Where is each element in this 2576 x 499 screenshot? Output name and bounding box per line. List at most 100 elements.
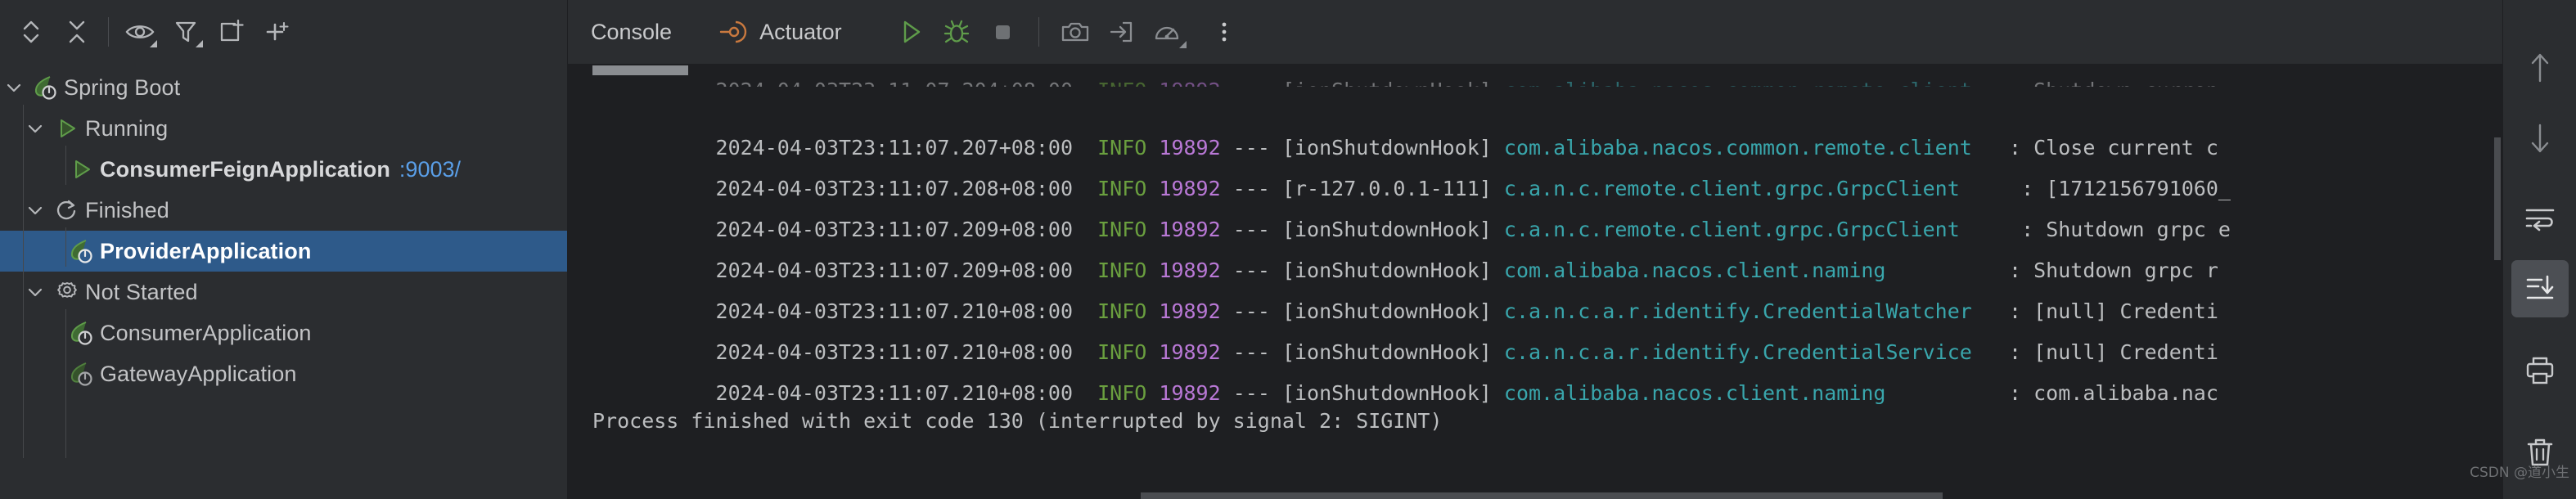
log-line: 2024-04-03T23:11:07.207+08:00 INFO 19892… [568, 87, 2576, 160]
log-logger: com.alibaba.nacos.common.remote.client [1503, 136, 1972, 160]
tree-node-consumerapplication[interactable]: ConsumerApplication [0, 312, 568, 353]
log-dash: --- [1232, 299, 1270, 323]
console-scroll-content: 2024-04-03T23:11:07.204+08:00 INFO 19892… [568, 64, 2576, 433]
stop-icon[interactable] [980, 9, 1025, 55]
tree-node-port-link[interactable]: :9003/ [399, 157, 461, 182]
chevron-down-icon[interactable] [21, 200, 49, 220]
log-message: [null] Credenti [2033, 340, 2218, 364]
log-logger: com.alibaba.nacos.client.naming [1503, 381, 1886, 405]
tree-node-spring-boot[interactable]: Spring Boot [0, 67, 568, 108]
run-triangle-icon [49, 116, 85, 141]
chevron-down-icon[interactable] [21, 282, 49, 302]
log-level: INFO [1097, 177, 1147, 200]
log-logger: c.a.n.c.remote.client.grpc.GrpcClient [1503, 218, 1960, 241]
tree-node-label: ConsumerApplication [100, 320, 312, 345]
log-thread: [ionShutdownHook] [1281, 340, 1492, 364]
log-thread: [r-127.0.0.1-111] [1281, 177, 1492, 200]
tree-node-providerapplication[interactable]: ProviderApplication [0, 231, 568, 272]
log-timestamp: 2024-04-03T23:11:07.209+08:00 [715, 258, 1074, 282]
log-message: Close current c [2033, 136, 2218, 160]
tree-node-label: Not Started [85, 279, 198, 304]
log-timestamp: 2024-04-03T23:11:07.208+08:00 [715, 177, 1074, 200]
rerun-icon[interactable] [888, 9, 934, 55]
log-separator: : [2009, 340, 2022, 364]
log-dash: --- [1232, 218, 1270, 241]
chevron-down-icon [150, 40, 157, 47]
profiler-icon[interactable] [1144, 9, 1190, 55]
tree-node-consumerfeignapplication[interactable]: ConsumerFeignApplication :9003/ [0, 149, 568, 190]
log-message: [1712156791060_ [2046, 177, 2231, 200]
toolbar-divider [108, 17, 109, 47]
more-options-icon[interactable] [1201, 9, 1247, 55]
log-logger: c.a.n.c.a.r.identify.CredentialService [1503, 340, 1972, 364]
tab-actuator[interactable]: Actuator [718, 18, 842, 46]
chevron-down-icon[interactable] [21, 119, 49, 138]
log-thread: [ionShutdownHook] [1281, 258, 1492, 282]
tree-node-label: Running [85, 115, 169, 141]
toolbar-divider [1038, 17, 1039, 47]
log-timestamp: 2024-04-03T23:11:07.210+08:00 [715, 299, 1074, 323]
tree-node-label: Spring Boot [64, 74, 181, 100]
watermark-text: CSDN @道小生 [2470, 465, 2569, 481]
chevron-down-icon [1178, 41, 1187, 48]
log-level: INFO [1097, 218, 1147, 241]
gear-icon [49, 280, 85, 304]
filter-icon[interactable] [163, 9, 209, 55]
log-pid: 19892 [1159, 381, 1221, 405]
import-icon[interactable] [1098, 9, 1144, 55]
show-hide-icon[interactable] [117, 9, 163, 55]
print-icon[interactable] [2511, 342, 2569, 399]
console-output[interactable]: 2024-04-03T23:11:07.204+08:00 INFO 19892… [568, 64, 2576, 499]
log-level: INFO [1097, 340, 1147, 364]
soft-wrap-icon[interactable] [2511, 190, 2569, 247]
tree-node-label: ConsumerFeignApplication [100, 156, 390, 182]
console-vertical-scrollbar[interactable] [2494, 137, 2501, 260]
screenshot-icon[interactable] [1052, 9, 1098, 55]
log-level: INFO [1097, 258, 1147, 282]
log-dash: --- [1232, 258, 1270, 282]
run-dashboard-panel: Spring Boot Running ConsumerFeignApplica… [0, 0, 568, 499]
tree-node-running[interactable]: Running [0, 108, 568, 149]
log-message: Shutdown curren [2033, 79, 2218, 87]
debug-icon[interactable] [934, 9, 980, 55]
tree-guide-line [65, 146, 66, 185]
tree-node-label: GatewayApplication [100, 361, 297, 386]
tree-node-label: Finished [85, 197, 169, 223]
log-pid: 19892 [1159, 340, 1221, 364]
log-logger: com.alibaba.nacos.common.remote.client [1504, 79, 1972, 87]
log-timestamp: 2024-04-03T23:11:07.210+08:00 [715, 340, 1074, 364]
text-selection-highlight [592, 65, 688, 75]
log-separator: : [2009, 258, 2022, 282]
tree-node-gatewayapplication[interactable]: GatewayApplication [0, 353, 568, 394]
run-triangle-icon [64, 157, 100, 182]
scroll-to-end-icon[interactable] [2511, 260, 2569, 317]
tree-guide-line [65, 309, 66, 458]
log-separator: : [2009, 136, 2022, 160]
expand-collapse-icon[interactable] [8, 9, 54, 55]
scroll-up-icon[interactable] [2511, 39, 2569, 97]
console-horizontal-scrollbar[interactable] [1141, 492, 1943, 499]
add-icon[interactable] [254, 9, 300, 55]
run-configurations-tree[interactable]: Spring Boot Running ConsumerFeignApplica… [0, 64, 568, 458]
add-tab-icon[interactable] [209, 9, 254, 55]
log-message: com.alibaba.nac [2033, 381, 2218, 405]
log-message: Shutdown grpc r [2033, 258, 2218, 282]
tab-console[interactable]: Console [591, 20, 672, 45]
scroll-down-icon[interactable] [2511, 110, 2569, 167]
log-thread: [ionShutdownHook] [1281, 218, 1492, 241]
log-separator: : [2009, 299, 2022, 323]
log-logger: c.a.n.c.a.r.identify.CredentialWatcher [1503, 299, 1972, 323]
spring-boot-leaf-icon [28, 74, 64, 101]
log-dash: --- [1232, 136, 1270, 160]
log-pid: 19892 [1159, 299, 1221, 323]
tree-node-finished[interactable]: Finished [0, 190, 568, 231]
log-pid: 19892 [1159, 258, 1221, 282]
collapse-all-icon[interactable] [54, 9, 100, 55]
console-side-toolbar [2502, 0, 2576, 499]
chevron-down-icon[interactable] [0, 78, 28, 97]
tree-node-not-started[interactable]: Not Started [0, 272, 568, 312]
log-message: Shutdown grpc e [2046, 218, 2231, 241]
tree-guide-line [23, 105, 24, 458]
log-dash: --- [1233, 79, 1270, 87]
spring-boot-leaf-icon [64, 360, 100, 388]
